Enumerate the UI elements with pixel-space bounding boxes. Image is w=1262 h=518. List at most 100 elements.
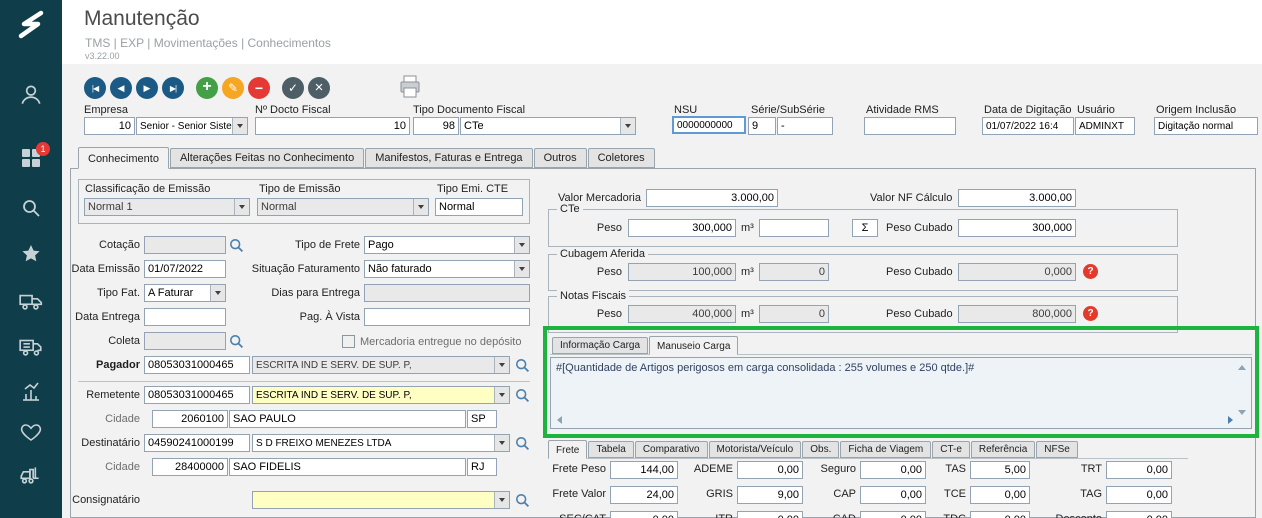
sum-button[interactable]: Σ	[852, 219, 878, 237]
itr-field[interactable]: 0,00	[737, 511, 803, 518]
sidebar-item-cargo-truck[interactable]	[0, 334, 62, 360]
tab-referencia[interactable]: Referência	[971, 441, 1035, 458]
sec-cat-field[interactable]: 0,00	[610, 511, 678, 518]
tipo-frete-select[interactable]: Pago	[364, 236, 530, 254]
tipo-doc-select[interactable]: CTe	[460, 117, 636, 135]
sidebar-item-forklift[interactable]	[0, 462, 62, 488]
gris-field[interactable]: 9,00	[737, 486, 803, 504]
pag-a-vista-label: Pag. À Vista	[238, 311, 360, 323]
tab-informacao-carga[interactable]: Informação Carga	[552, 337, 648, 354]
sidebar-item-truck[interactable]	[0, 288, 62, 314]
remetente-code-field[interactable]: 08053031000465	[144, 386, 250, 404]
tipo-emi-cte-label: Tipo Emi. CTE	[437, 183, 508, 195]
frete-peso-field[interactable]: 144,00	[610, 461, 678, 479]
prev-record-button[interactable]	[110, 77, 132, 99]
sidebar-item-favorites[interactable]	[0, 242, 62, 266]
seguro-field[interactable]: 0,00	[860, 461, 926, 479]
cancel-button[interactable]	[308, 77, 330, 99]
tab-frete[interactable]: Frete	[548, 440, 587, 459]
tab-manifestos[interactable]: Manifestos, Faturas e Entrega	[365, 148, 532, 168]
destinatario-select[interactable]: S D FREIXO MENEZES LTDA	[252, 434, 510, 452]
notas-peso-cubado-field: 800,000	[958, 305, 1076, 323]
remetente-select[interactable]: ESCRITA IND E SERV. DE SUP. P,	[252, 386, 510, 404]
tag-field[interactable]: 0,00	[1106, 486, 1172, 504]
docto-fiscal-label: Nº Docto Fiscal	[255, 104, 331, 116]
nsu-field[interactable]: 0000000000	[672, 116, 746, 134]
sidebar-item-charts[interactable]	[0, 380, 62, 404]
sidebar-item-user[interactable]	[0, 82, 62, 108]
sidebar-item-heart[interactable]	[0, 420, 62, 444]
destinatario-code-field[interactable]: 04590241000199	[144, 434, 250, 452]
tab-motorista-veiculo[interactable]: Motorista/Veículo	[709, 441, 802, 458]
chart-icon	[19, 380, 43, 404]
delete-button[interactable]	[248, 77, 270, 99]
tipo-doc-code-field[interactable]: 98	[413, 117, 459, 135]
cte-peso-cubado-field[interactable]: 300,000	[958, 219, 1076, 237]
help-icon[interactable]	[1083, 264, 1098, 279]
carga-textarea[interactable]: #[Quantidade de Artigos perigosos em car…	[550, 357, 1252, 429]
tce-field[interactable]: 0,00	[970, 486, 1030, 504]
tab-coletores[interactable]: Coletores	[588, 148, 655, 168]
cap-field[interactable]: 0,00	[860, 486, 926, 504]
pagador-search-button[interactable]	[514, 357, 531, 374]
add-button[interactable]	[196, 77, 218, 99]
tab-ficha-viagem[interactable]: Ficha de Viagem	[840, 441, 931, 458]
atividade-rms-field[interactable]	[864, 117, 956, 135]
cte-m3-field[interactable]	[759, 219, 829, 237]
sidebar-item-search[interactable]	[0, 196, 62, 220]
tab-tabela[interactable]: Tabela	[588, 441, 633, 458]
desconto-field[interactable]: 0,00	[1106, 511, 1172, 518]
valor-nf-calculo-field[interactable]: 3.000,00	[958, 189, 1076, 207]
empresa-code-field[interactable]: 10	[84, 117, 135, 135]
docto-fiscal-field[interactable]: 10	[255, 117, 410, 135]
cad-field[interactable]: 0,00	[860, 511, 926, 518]
help-icon[interactable]	[1083, 306, 1098, 321]
subserie-field[interactable]: -	[777, 117, 833, 135]
empresa-name-select[interactable]: Senior - Senior Sistemas SC	[136, 117, 248, 135]
notification-badge: 1	[36, 142, 50, 156]
tipo-fat-select[interactable]: A Faturar	[144, 284, 226, 302]
tab-alteracoes[interactable]: Alterações Feitas no Conhecimento	[170, 148, 364, 168]
last-record-button[interactable]	[162, 77, 184, 99]
serie-field[interactable]: 9	[748, 117, 776, 135]
frete-valor-field[interactable]: 24,00	[610, 486, 678, 504]
scroll-up-arrow[interactable]	[1238, 365, 1246, 370]
valor-mercadoria-field[interactable]: 3.000,00	[646, 189, 778, 207]
cte-peso-field[interactable]: 300,000	[628, 219, 736, 237]
tab-manuseio-carga[interactable]: Manuseio Carga	[649, 336, 738, 355]
data-emissao-field[interactable]: 01/07/2022	[144, 260, 226, 278]
sidebar-item-apps[interactable]	[0, 146, 62, 170]
itr-label: ITR	[683, 513, 733, 518]
tab-obs[interactable]: Obs.	[802, 441, 839, 458]
consignatario-select[interactable]	[252, 491, 510, 509]
ademe-field[interactable]: 0,00	[737, 461, 803, 479]
pagador-code-field[interactable]: 08053031000465	[144, 356, 250, 374]
scroll-left-arrow[interactable]	[557, 416, 562, 424]
print-button[interactable]	[396, 72, 424, 105]
gris-label: GRIS	[683, 488, 733, 500]
pag-a-vista-field[interactable]	[364, 308, 530, 326]
coleta-search-button[interactable]	[228, 333, 245, 350]
tdc-field[interactable]: 0,00	[970, 511, 1030, 518]
heart-icon	[19, 420, 43, 444]
tab-nfse[interactable]: NFSe	[1036, 441, 1078, 458]
tab-comparativo[interactable]: Comparativo	[635, 441, 708, 458]
situacao-faturamento-select[interactable]: Não faturado	[364, 260, 530, 278]
remetente-search-button[interactable]	[514, 387, 531, 404]
cubagem-group-title: Cubagem Aferida	[557, 248, 648, 260]
destinatario-search-button[interactable]	[514, 435, 531, 452]
trt-field[interactable]: 0,00	[1106, 461, 1172, 479]
tab-conhecimento[interactable]: Conhecimento	[78, 147, 169, 169]
tab-cte[interactable]: CT-e	[932, 441, 970, 458]
scroll-down-arrow[interactable]	[1238, 410, 1246, 415]
confirm-button[interactable]	[282, 77, 304, 99]
next-record-button[interactable]	[136, 77, 158, 99]
first-record-button[interactable]	[84, 77, 106, 99]
edit-button[interactable]	[222, 77, 244, 99]
data-entrega-field[interactable]	[144, 308, 226, 326]
tdc-label: TDC	[928, 513, 966, 518]
consignatario-search-button[interactable]	[514, 492, 531, 509]
tab-outros[interactable]: Outros	[534, 148, 587, 168]
scroll-right-arrow[interactable]	[1228, 416, 1233, 424]
tas-field[interactable]: 5,00	[970, 461, 1030, 479]
